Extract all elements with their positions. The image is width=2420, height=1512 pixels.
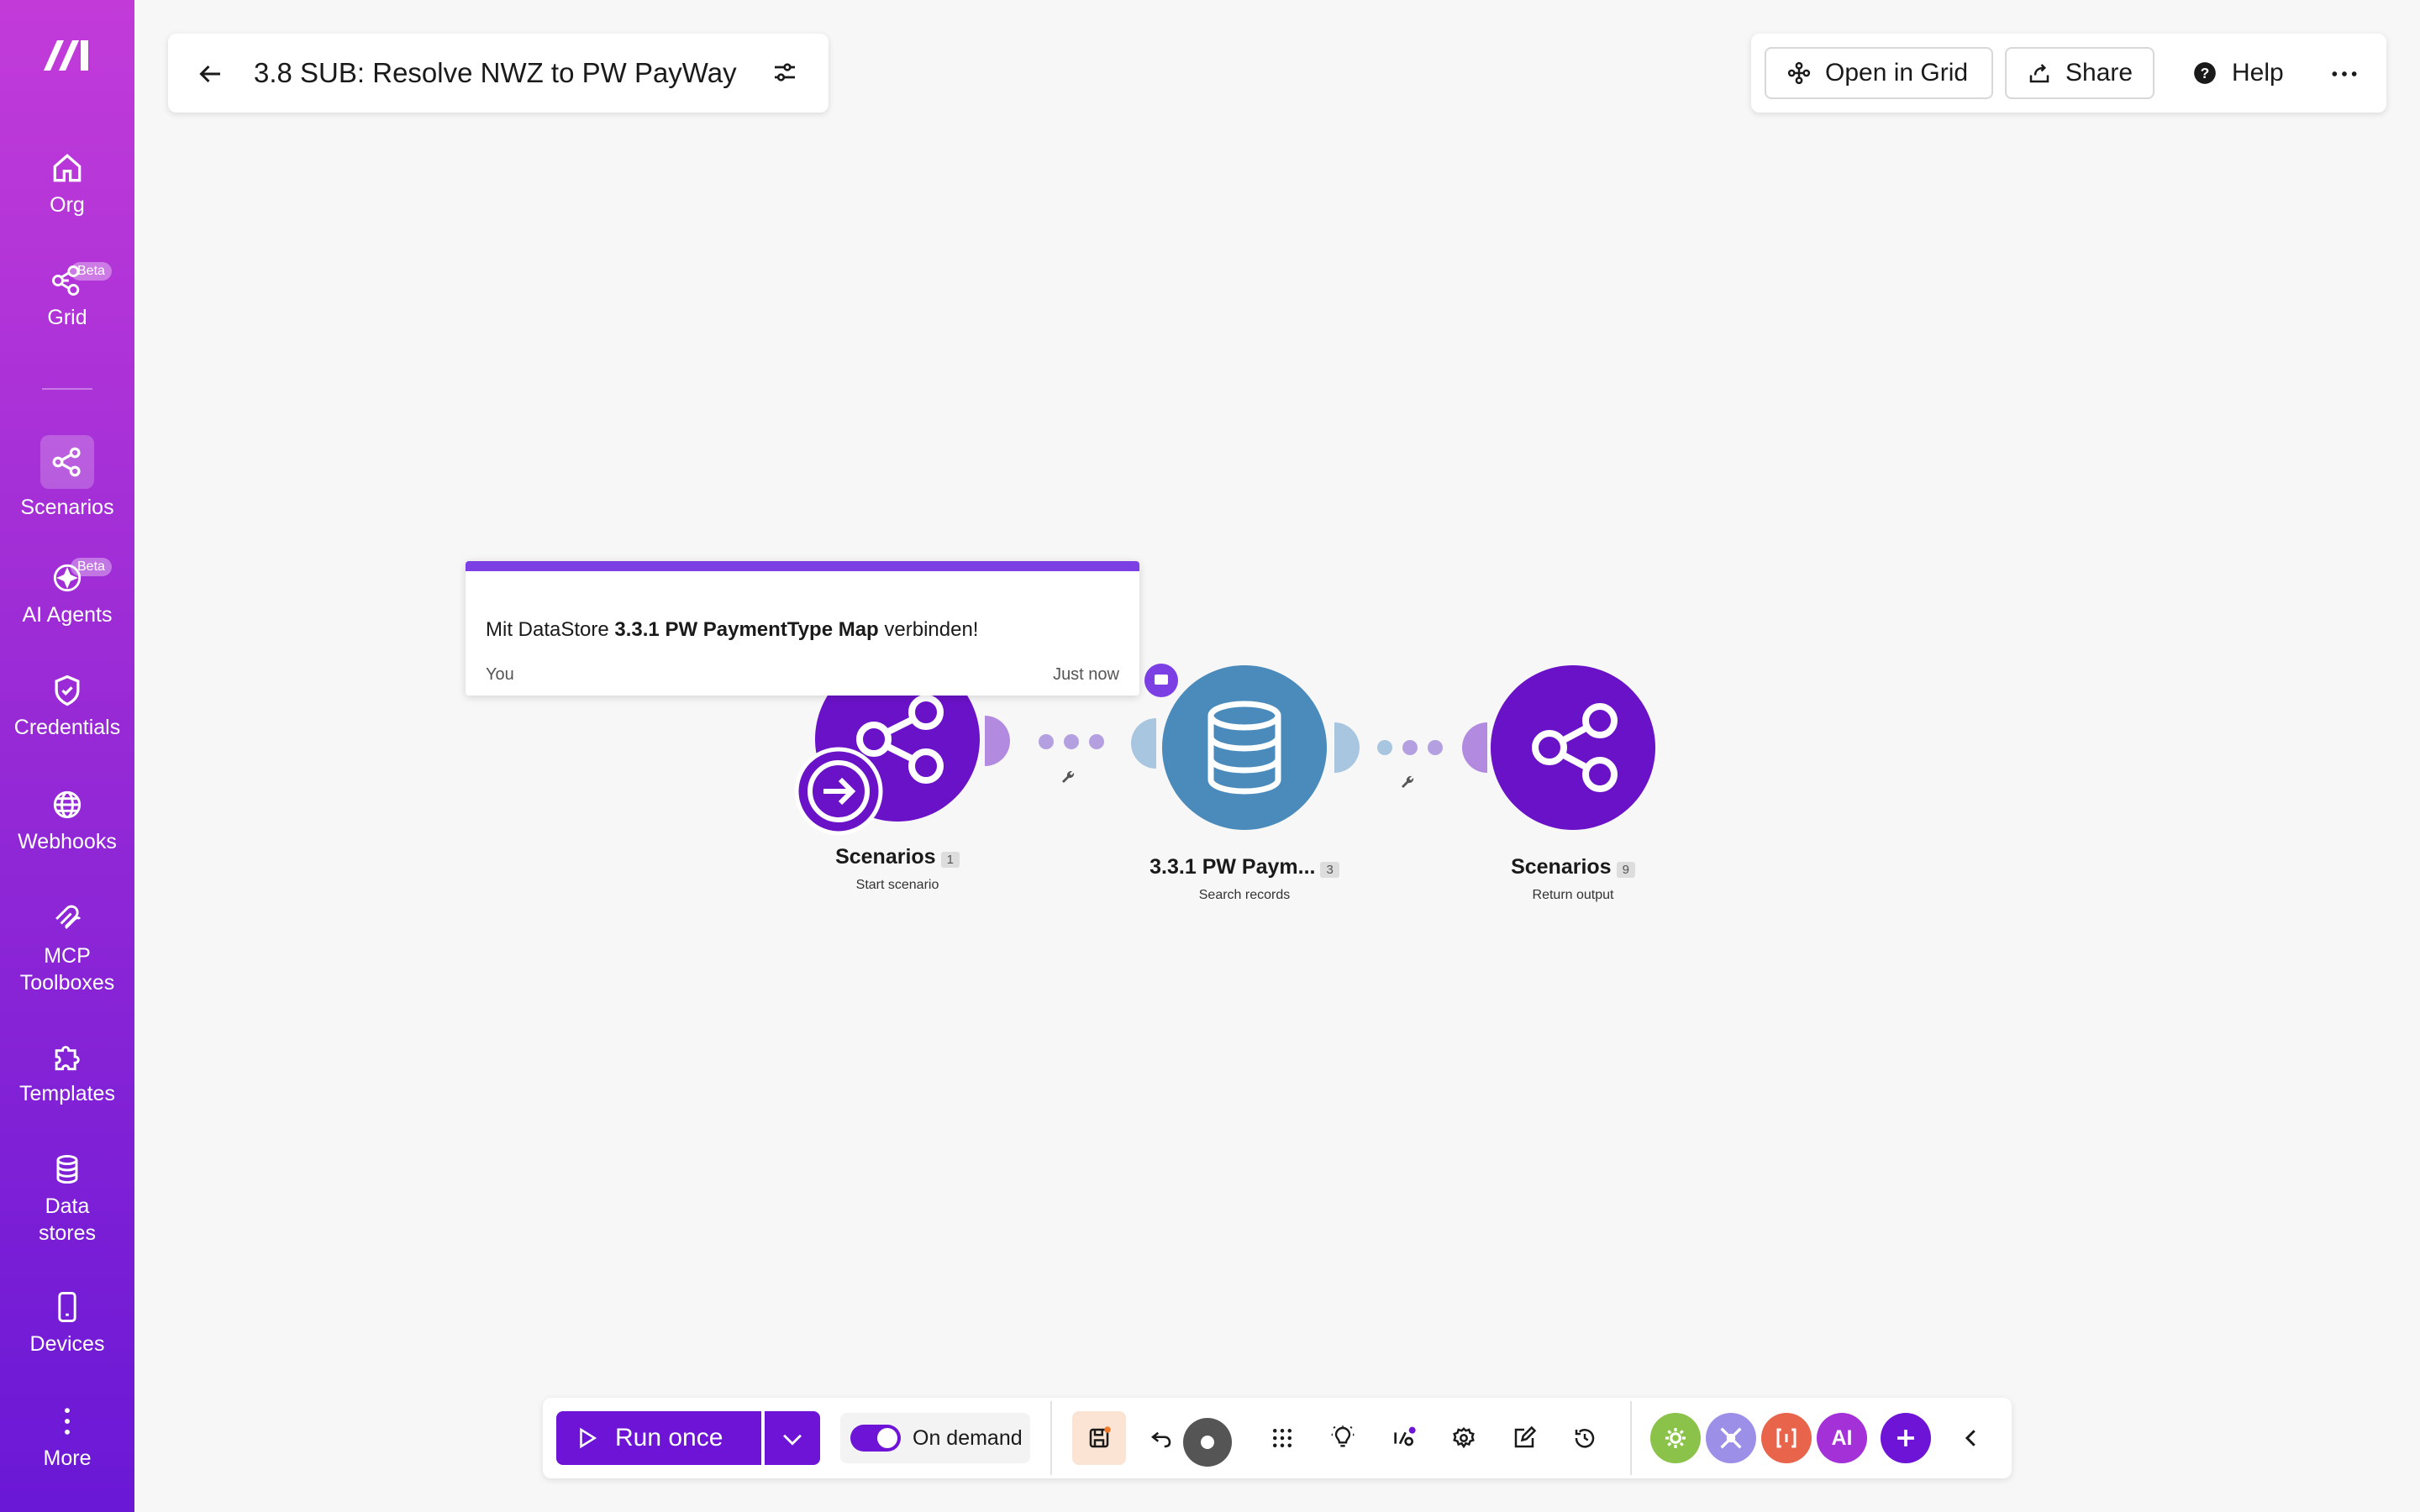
- record-button[interactable]: [1183, 1418, 1232, 1467]
- wrench-icon[interactable]: [1402, 775, 1414, 788]
- tools-app-icon[interactable]: [1650, 1413, 1701, 1463]
- module-action: Search records: [1198, 888, 1291, 902]
- module-label: 3.3.1 PW Paym... 3 Search records: [1118, 855, 1370, 903]
- toolbar-divider: [1050, 1401, 1052, 1475]
- text-parser-app-icon[interactable]: [1761, 1413, 1812, 1463]
- history-icon: [1575, 1429, 1595, 1448]
- run-once-label: Run once: [615, 1424, 723, 1452]
- flow-control-app-icon[interactable]: [1706, 1413, 1756, 1463]
- chevron-down-icon: [783, 1434, 802, 1446]
- toolbar-divider: [1630, 1401, 1632, 1475]
- connector-dot[interactable]: [1428, 740, 1443, 755]
- ai-app-icon[interactable]: AI: [1817, 1413, 1867, 1463]
- scenario-canvas: [794, 657, 1655, 836]
- undo-button[interactable]: [1141, 1418, 1181, 1458]
- notes-button[interactable]: [1504, 1418, 1544, 1458]
- connector-dot[interactable]: [1089, 734, 1104, 749]
- module-name: 3.3.1 PW Paym...: [1150, 855, 1316, 879]
- input-output-icon: [1394, 1426, 1416, 1446]
- module-count: 9: [1616, 862, 1635, 879]
- module-datastore-search[interactable]: [1162, 665, 1327, 830]
- on-demand-toggle[interactable]: On demand: [840, 1413, 1030, 1463]
- ai-label: AI: [1831, 1425, 1853, 1450]
- note-bold-text: 3.3.1 PW PaymentType Map: [614, 618, 879, 641]
- module-scenarios-return[interactable]: [1491, 665, 1655, 830]
- note-text: Mit DataStore: [486, 618, 615, 641]
- lightbulb-icon: [1331, 1425, 1355, 1447]
- gear-icon: [1665, 1428, 1686, 1448]
- note-time: Just now: [1053, 665, 1119, 684]
- run-once-button[interactable]: Run once: [556, 1411, 761, 1465]
- module-label: Scenarios 1 Start scenario: [771, 845, 1023, 893]
- module-name: Scenarios: [1511, 855, 1612, 879]
- collapse-toolbar-button[interactable]: [1951, 1418, 1991, 1458]
- undo-icon: [1150, 1431, 1171, 1448]
- module-count: 1: [940, 852, 960, 869]
- module-port: [1131, 718, 1156, 769]
- note-message: Mit DataStore 3.3.1 PW PaymentType Map v…: [486, 618, 978, 642]
- explain-flow-button[interactable]: [1323, 1418, 1363, 1458]
- module-port: [1334, 722, 1360, 773]
- comment-icon[interactable]: [1144, 664, 1178, 697]
- connector-dot[interactable]: [1377, 740, 1392, 755]
- connector-dot[interactable]: [1402, 740, 1418, 755]
- io-button[interactable]: [1383, 1418, 1423, 1458]
- module-action: Return output: [1532, 888, 1614, 902]
- module-label: Scenarios 9 Return output: [1447, 855, 1699, 903]
- chevron-left-icon: [1965, 1430, 1975, 1446]
- note-author: You: [486, 665, 514, 684]
- grid-dots-icon: [1273, 1429, 1292, 1447]
- auto-align-button[interactable]: [1262, 1418, 1302, 1458]
- module-action: Start scenario: [855, 878, 939, 892]
- on-demand-label: On demand: [913, 1425, 1023, 1450]
- note-text: verbinden!: [878, 618, 979, 641]
- connector-dot[interactable]: [1064, 734, 1079, 749]
- add-module-button[interactable]: [1881, 1413, 1931, 1463]
- save-button[interactable]: [1072, 1411, 1126, 1465]
- plus-icon: [1897, 1430, 1914, 1446]
- module-port: [985, 716, 1010, 766]
- module-count: 3: [1320, 862, 1339, 879]
- history-button[interactable]: [1565, 1418, 1605, 1458]
- scenario-settings-button[interactable]: [1444, 1418, 1484, 1458]
- bottom-toolbar: Run once On demand AI: [543, 1398, 2012, 1478]
- canvas-note[interactable]: Mit DataStore 3.3.1 PW PaymentType Map v…: [466, 561, 1139, 696]
- gear-icon: [1453, 1426, 1475, 1449]
- play-icon: [580, 1427, 597, 1449]
- module-port: [1462, 722, 1487, 773]
- edit-note-icon: [1514, 1425, 1537, 1448]
- module-name: Scenarios: [835, 845, 936, 869]
- trigger-badge-icon[interactable]: [794, 747, 883, 836]
- connector-dot[interactable]: [1039, 734, 1054, 749]
- flow-control-icon: [1720, 1427, 1742, 1449]
- wrench-icon[interactable]: [1062, 770, 1075, 783]
- run-options-dropdown[interactable]: [765, 1411, 820, 1465]
- toggle-switch[interactable]: [850, 1425, 901, 1452]
- save-icon: [1089, 1426, 1111, 1448]
- text-parser-icon: [1776, 1428, 1797, 1448]
